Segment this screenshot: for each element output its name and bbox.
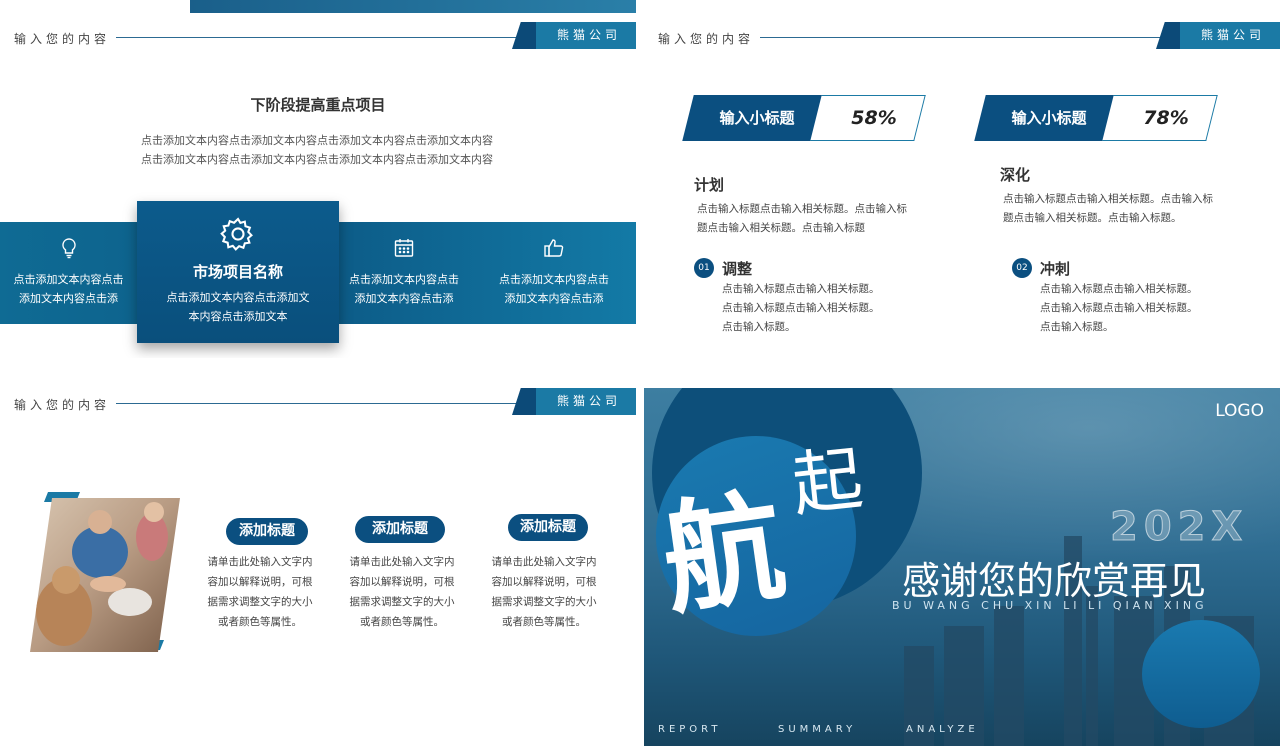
- brand-tab: 熊猫公司: [1156, 22, 1280, 49]
- feature-text: 添加文本内容点击添: [19, 292, 118, 305]
- slide-4[interactable]: 航 起 LOGO 202X 感谢您的欣赏再见 BU WANG CHU XIN L…: [644, 388, 1280, 746]
- slide-3[interactable]: 输入您的内容 熊猫公司 添加标题 请单击此处输入文字内 容加以解释说明，可根 据需求…: [0, 388, 636, 746]
- brand-name: 熊猫公司: [556, 394, 621, 408]
- brand-name: 熊猫公司: [1200, 28, 1265, 42]
- project-name: 市场项目名称: [192, 263, 283, 281]
- title-pill: 添加标题: [226, 518, 308, 545]
- calligraphy-hang: 航: [654, 475, 793, 632]
- calendar-icon: [394, 239, 414, 257]
- gear-icon: [220, 217, 253, 251]
- tag-label: 输入小标题: [719, 109, 795, 127]
- feature-text: 本内容点击添加文本: [188, 310, 288, 323]
- feature-text: 点击添加文本内容点击添加文: [166, 291, 310, 304]
- feature-item-4: 点击添加文本内容点击 添加文本内容点击添: [486, 222, 622, 324]
- section-heading: 计划: [694, 176, 725, 194]
- section-text: 点击输入标题点击输入相关标题。点击输入标题点击输入相关标题。点击输入标题。: [1003, 193, 1213, 224]
- thumbs-up-icon: [544, 239, 564, 257]
- feature-text: 点击添加文本内容点击: [13, 273, 124, 286]
- tag-percent: 58%: [851, 107, 897, 129]
- tag-label: 输入小标题: [1011, 109, 1087, 127]
- year-text: 202X: [1109, 504, 1249, 551]
- description-line-1: 点击添加文本内容点击添加文本内容点击添加文本内容点击添加文本内容: [141, 134, 493, 147]
- section-text: 点击输入标题点击输入相关标题。点击输入标题点击输入相关标题。点击输入标题。: [1040, 283, 1198, 333]
- section-heading: 深化: [1000, 166, 1031, 184]
- feature-text: 点击添加文本内容点击: [499, 273, 609, 286]
- feature-item-3: 点击添加文本内容点击 添加文本内容点击添: [339, 222, 469, 324]
- section-text: 点击输入标题点击输入相关标题。点击输入标题点击输入相关标题。点击输入标题。: [722, 283, 880, 333]
- title-pill: 添加标题: [355, 516, 445, 543]
- header-text: 输入您的内容: [14, 32, 111, 46]
- brand-name: 熊猫公司: [556, 28, 621, 42]
- header-text: 输入您的内容: [14, 398, 111, 412]
- item-text: 请单击此处输入文字内 容加以解释说明，可根 据需求调整文字的大小 或者颜色等属性。: [349, 556, 455, 628]
- slide-title: 下阶段提高重点项目: [250, 96, 386, 114]
- feature-text: 添加文本内容点击添: [354, 292, 454, 305]
- slide-1[interactable]: 输入您的内容 熊猫公司 下阶段提高重点项目 点击添加文本内容点击添加文本内容点击…: [0, 0, 636, 358]
- footer-report: REPORT: [658, 724, 722, 735]
- corner-circle: [1142, 620, 1260, 728]
- header-line: [116, 37, 516, 38]
- team-photo: [30, 492, 180, 652]
- highlight-card[interactable]: 市场项目名称 点击添加文本内容点击添加文 本内容点击添加文本: [137, 201, 339, 343]
- section-heading: 冲刺: [1040, 260, 1071, 278]
- building: [994, 606, 1024, 746]
- footer-summary: SUMMARY: [778, 724, 857, 735]
- section-text: 点击输入标题点击输入相关标题。点击输入标 题点击输入相关标题。点击输入标题: [697, 203, 907, 234]
- lightbulb-icon: [61, 238, 76, 259]
- brand-tab: 熊猫公司: [512, 388, 636, 415]
- header-line: [116, 403, 516, 404]
- calligraphy-qi: 起: [788, 437, 867, 527]
- tag-percent: 78%: [1143, 107, 1189, 129]
- top-image-strip: [190, 0, 636, 13]
- feature-text: 点击添加文本内容点击: [349, 273, 459, 286]
- item-text: 请单击此处输入文字内 容加以解释说明，可根 据需求调整文字的大小 或者颜色等属性。: [207, 556, 313, 628]
- brand-tab: 熊猫公司: [512, 22, 636, 49]
- number-badge: 02: [1012, 258, 1032, 278]
- number-badge: 01: [694, 258, 714, 278]
- thanks-heading: 感谢您的欣赏再见: [902, 559, 1207, 603]
- feature-item-1: 点击添加文本内容点击 添加文本内容点击添: [0, 222, 137, 324]
- header-line: [760, 37, 1160, 38]
- feature-text: 添加文本内容点击添: [504, 292, 604, 305]
- description-line-2: 点击添加文本内容点击添加文本内容点击添加文本内容点击添加文本内容: [141, 153, 493, 166]
- pinyin-subtitle: BU WANG CHU XIN LI LI QIAN XING: [892, 599, 1208, 612]
- item-text: 请单击此处输入文字内 容加以解释说明，可根 据需求调整文字的大小 或者颜色等属性。: [491, 556, 597, 628]
- slide-2[interactable]: 输入您的内容 熊猫公司 输入小标题 58% 输入小标题 78% 计划 点击输入标…: [644, 0, 1280, 358]
- section-heading: 调整: [722, 260, 753, 278]
- header-text: 输入您的内容: [658, 32, 755, 46]
- title-pill: 添加标题: [508, 514, 588, 541]
- footer-analyze: ANALYZE: [906, 724, 979, 735]
- logo: LOGO: [1215, 401, 1264, 421]
